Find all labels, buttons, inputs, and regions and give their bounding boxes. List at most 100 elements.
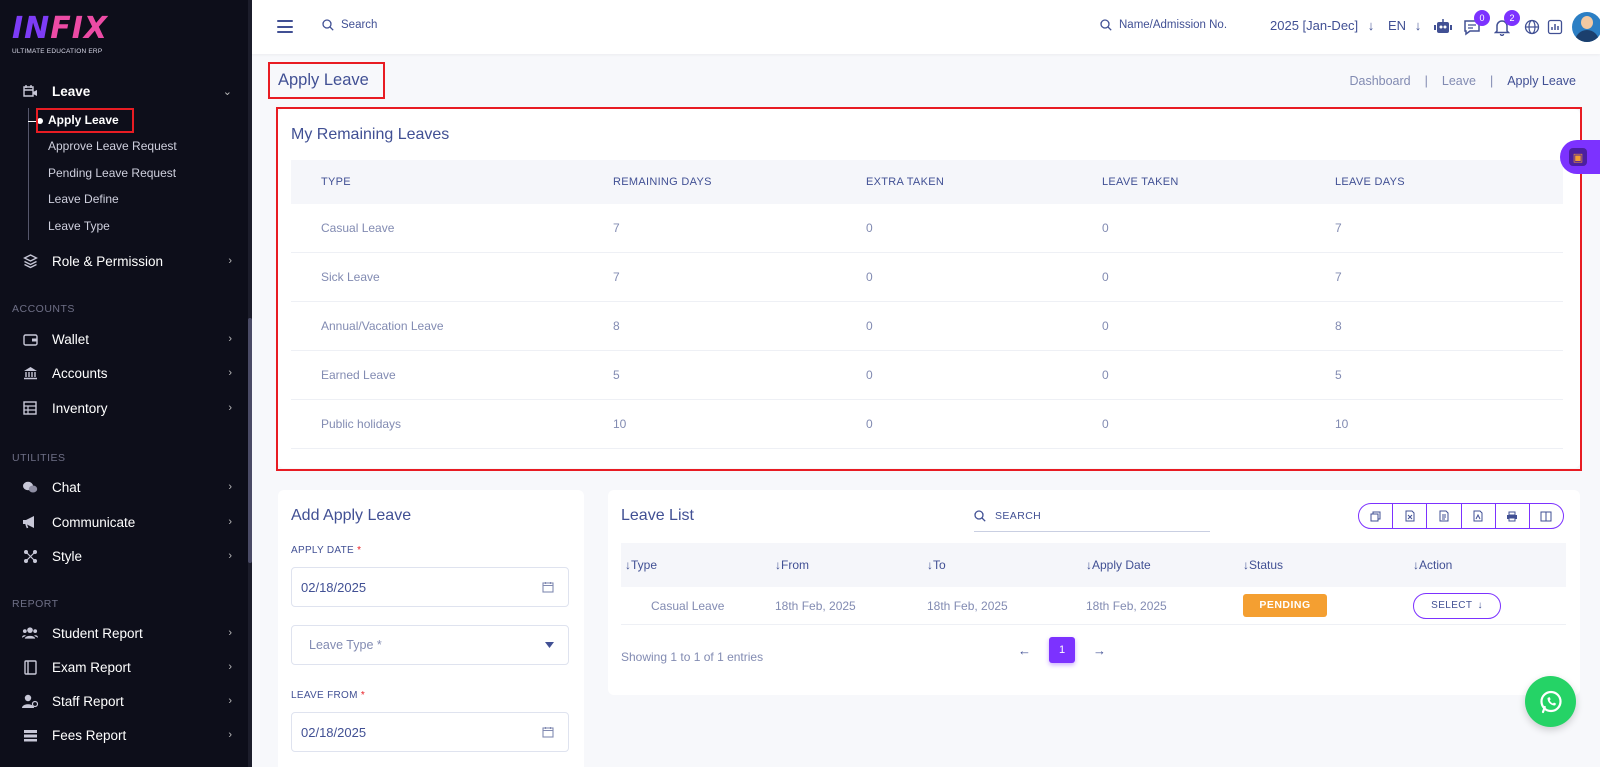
globe-icon[interactable]: [1522, 17, 1542, 37]
sidebar-item-leave-type[interactable]: Leave Type: [48, 219, 110, 233]
excel-icon[interactable]: [1393, 504, 1428, 528]
bank-icon: [22, 365, 38, 381]
sidebar-item-student-report[interactable]: Student Report ›: [22, 621, 232, 645]
page-number-current[interactable]: 1: [1049, 637, 1075, 663]
leave-type-placeholder: Leave Type *: [309, 638, 382, 652]
sidebar-item-exam-report[interactable]: Exam Report ›: [22, 655, 232, 679]
csv-icon[interactable]: [1427, 504, 1462, 528]
column-header-type[interactable]: ↓Type: [621, 558, 775, 572]
highlight-remaining-leaves: [276, 107, 1582, 471]
floating-side-tab[interactable]: ▣: [1560, 140, 1600, 174]
submenu-line: [28, 108, 29, 240]
sidebar-item-style[interactable]: Style ›: [22, 544, 232, 568]
chevron-right-icon: ›: [228, 367, 232, 379]
language-value: EN: [1388, 18, 1407, 33]
style-icon: [22, 548, 38, 564]
cell-status: PENDING: [1243, 594, 1413, 617]
sidebar-item-chat[interactable]: Chat ›: [22, 475, 232, 499]
sidebar-item-leave[interactable]: Leave ⌄: [22, 79, 232, 103]
column-header-status[interactable]: ↓Status: [1243, 558, 1413, 572]
table-header: ↓Type ↓From ↓To ↓Apply Date ↓Status ↓Act…: [621, 543, 1566, 587]
cell-from: 18th Feb, 2025: [775, 598, 856, 613]
brand-logo[interactable]: INFIX ULTIMATE EDUCATION ERP: [12, 14, 132, 60]
dropdown-caret-icon: [545, 642, 554, 648]
user-avatar[interactable]: [1572, 12, 1600, 42]
arrow-down-icon: ↓: [1477, 600, 1483, 611]
pdf-icon[interactable]: [1462, 504, 1496, 528]
section-label-accounts: ACCOUNTS: [12, 303, 75, 315]
academic-year-select[interactable]: 2025 [Jan-Dec] ↓: [1270, 18, 1374, 33]
status-badge: PENDING: [1243, 594, 1327, 617]
leave-list-card: Leave List SEARCH ↓Type ↓From ↓To ↓Apply…: [608, 490, 1580, 695]
sidebar-item-label: Chat: [52, 479, 81, 495]
sidebar-item-label: Accounts: [52, 365, 108, 381]
breadcrumb: Dashboard | Leave | Apply Leave: [1349, 74, 1576, 88]
search-icon: [322, 19, 334, 31]
sidebar-item-accounts[interactable]: Accounts ›: [22, 361, 232, 385]
calendar-icon[interactable]: [542, 726, 554, 738]
required-mark: *: [360, 690, 366, 701]
name-search-placeholder: Name/Admission No.: [1119, 19, 1228, 31]
apply-date-value: 02/18/2025: [301, 579, 367, 595]
robot-icon[interactable]: [1433, 17, 1453, 37]
sidebar-item-label: Wallet: [52, 331, 90, 347]
calendar-icon[interactable]: [542, 581, 554, 593]
column-label: Status: [1249, 558, 1284, 572]
leave-from-value: 02/18/2025: [301, 724, 367, 740]
sidebar-item-inventory[interactable]: Inventory ›: [22, 396, 232, 420]
print-icon[interactable]: [1496, 504, 1530, 528]
sidebar-item-communicate[interactable]: Communicate ›: [22, 510, 232, 534]
leave-type-select[interactable]: Leave Type *: [291, 625, 569, 665]
sidebar-item-wallet[interactable]: Wallet ›: [22, 327, 232, 351]
column-label: Apply Date: [1092, 558, 1151, 572]
chevron-right-icon: ›: [228, 333, 232, 345]
breadcrumb-apply-leave: Apply Leave: [1507, 74, 1576, 88]
sidebar-item-approve-leave-request[interactable]: Approve Leave Request: [48, 139, 177, 153]
bell-icon[interactable]: 2: [1492, 10, 1520, 37]
sidebar-scroll-thumb[interactable]: [248, 318, 252, 563]
highlight-page-title: [268, 62, 385, 99]
previous-page-icon[interactable]: ←: [1018, 643, 1031, 658]
chevron-down-icon: ⌄: [222, 85, 232, 98]
sidebar-item-pending-leave-request[interactable]: Pending Leave Request: [48, 166, 176, 180]
column-label: Action: [1419, 558, 1453, 572]
fees-icon: [22, 727, 38, 743]
column-header-from[interactable]: ↓From: [775, 558, 927, 572]
action-select-button[interactable]: SELECT ↓: [1413, 592, 1501, 619]
top-search-input[interactable]: Search: [322, 19, 377, 31]
menu-toggle-icon[interactable]: [277, 20, 293, 34]
column-header-action[interactable]: ↓Action: [1413, 558, 1566, 572]
sidebar-item-label: Staff Report: [52, 693, 124, 709]
chat-icon[interactable]: 0: [1462, 10, 1490, 37]
sidebar-item-fees-report[interactable]: Fees Report ›: [22, 723, 232, 747]
name-admission-search-input[interactable]: Name/Admission No.: [1100, 19, 1227, 31]
search-icon: [974, 509, 986, 522]
sidebar-item-label: Leave: [52, 83, 91, 99]
next-page-icon[interactable]: →: [1093, 643, 1106, 658]
breadcrumb-leave[interactable]: Leave: [1442, 74, 1476, 88]
sidebar-item-role-permission[interactable]: Role & Permission ›: [22, 249, 232, 273]
breadcrumb-dashboard[interactable]: Dashboard: [1349, 74, 1410, 88]
chevron-right-icon: ›: [228, 627, 232, 639]
language-select[interactable]: EN ↓: [1388, 18, 1421, 33]
leave-list-search-input[interactable]: SEARCH: [974, 500, 1210, 532]
whatsapp-button[interactable]: [1525, 676, 1576, 727]
gift-icon: ▣: [1569, 148, 1587, 166]
section-label-utilities: UTILITIES: [12, 452, 66, 464]
apply-date-label: APPLY DATE *: [291, 545, 361, 556]
columns-icon[interactable]: [1530, 504, 1563, 528]
sidebar-item-staff-report[interactable]: Staff Report ›: [22, 689, 232, 713]
column-header-to[interactable]: ↓To: [927, 558, 1086, 572]
apply-date-field[interactable]: 02/18/2025: [291, 567, 569, 607]
sidebar-item-leave-define[interactable]: Leave Define: [48, 192, 119, 206]
column-label: To: [933, 558, 946, 572]
apply-date-label-text: APPLY DATE: [291, 545, 355, 556]
leave-from-field[interactable]: 02/18/2025: [291, 712, 569, 752]
report-chart-icon[interactable]: [1545, 17, 1565, 37]
megaphone-icon: [22, 514, 38, 530]
add-apply-leave-title: Add Apply Leave: [291, 507, 412, 524]
column-header-apply-date[interactable]: ↓Apply Date: [1086, 558, 1243, 572]
copy-icon[interactable]: [1359, 504, 1394, 528]
arrow-down-icon: ↓: [1414, 18, 1422, 33]
column-label: Type: [631, 558, 658, 572]
